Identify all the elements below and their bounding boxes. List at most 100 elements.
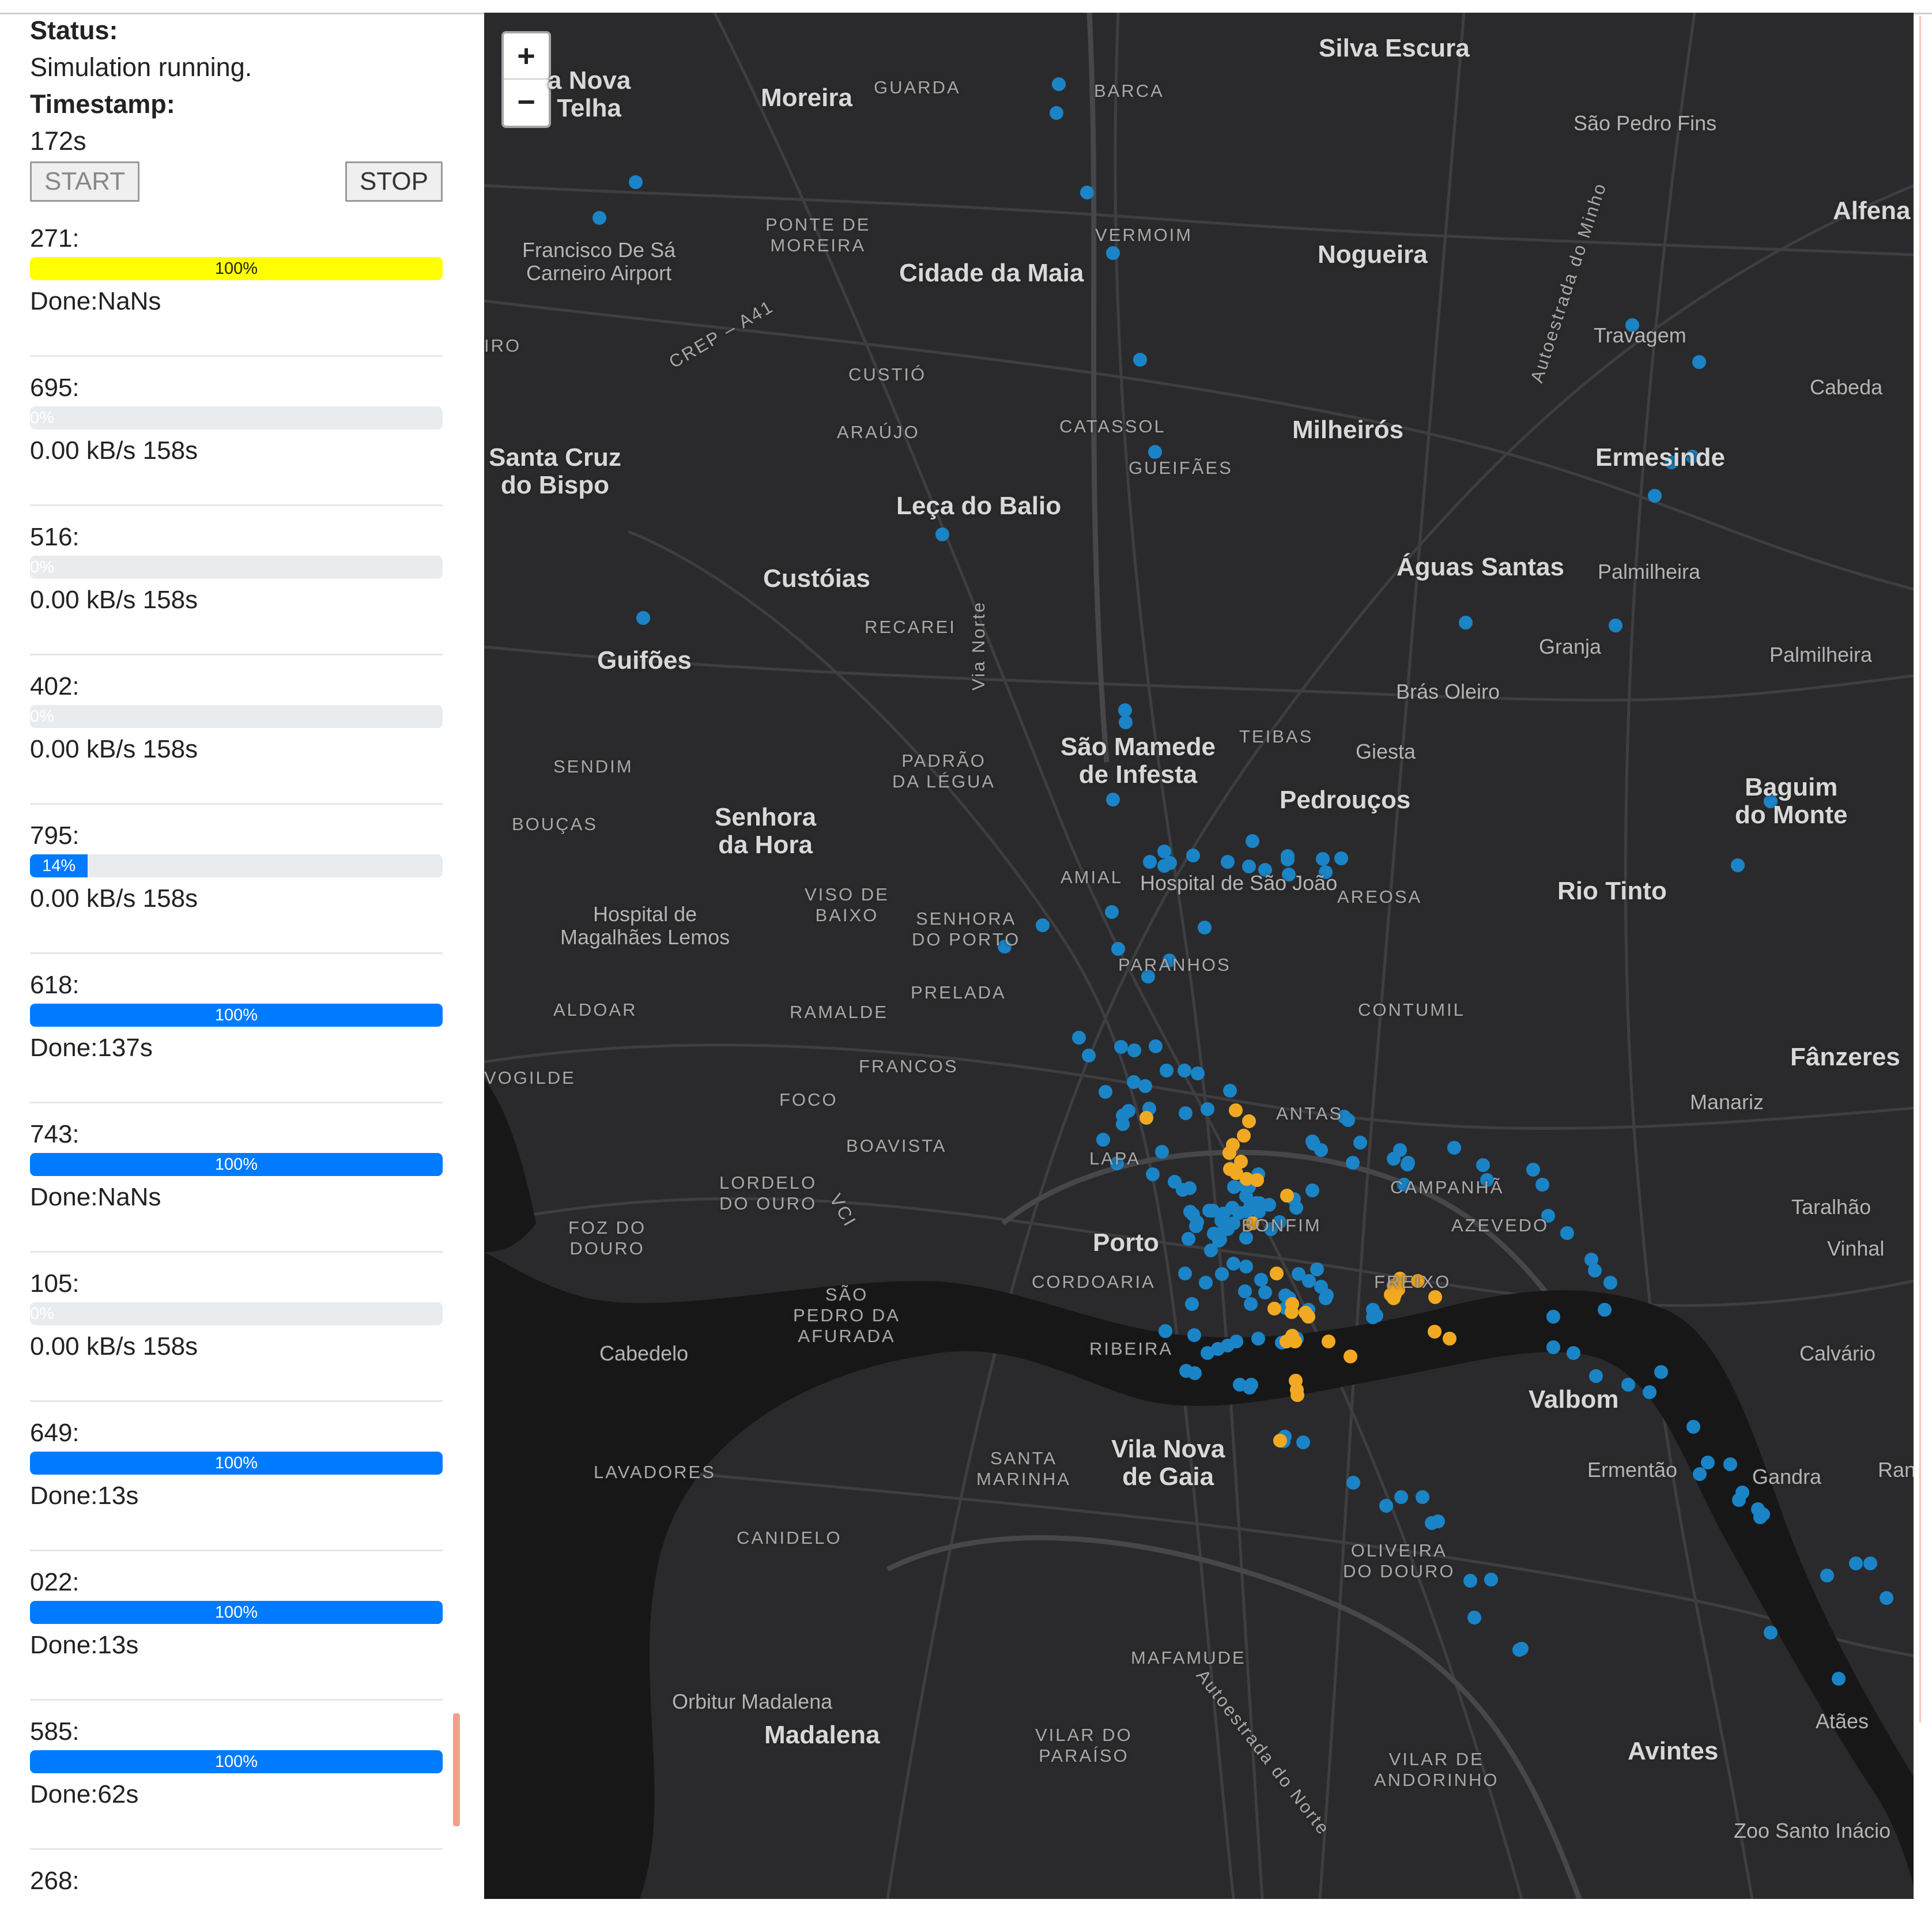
zoom-out-button[interactable]: −	[504, 80, 549, 125]
vehicle-marker-blue[interactable]	[1353, 1136, 1367, 1150]
vehicle-marker-blue[interactable]	[1238, 1284, 1252, 1298]
vehicle-marker-orange[interactable]	[1443, 1332, 1456, 1346]
vehicle-marker-blue[interactable]	[1143, 855, 1157, 869]
vehicle-marker-blue[interactable]	[1127, 1043, 1141, 1057]
vehicle-marker-blue[interactable]	[1849, 1556, 1863, 1570]
vehicle-marker-blue[interactable]	[1560, 1226, 1574, 1240]
vehicle-marker-blue[interactable]	[1731, 858, 1745, 872]
vehicle-marker-blue[interactable]	[1334, 851, 1348, 865]
vehicle-marker-blue[interactable]	[1701, 1456, 1715, 1469]
vehicle-marker-orange[interactable]	[1280, 1335, 1293, 1348]
vehicle-marker-blue[interactable]	[1118, 703, 1132, 717]
vehicle-marker-orange[interactable]	[1299, 1306, 1312, 1320]
vehicle-marker-orange[interactable]	[1290, 1388, 1304, 1402]
vehicle-marker-orange[interactable]	[1344, 1350, 1357, 1363]
vehicle-marker-blue[interactable]	[1546, 1310, 1560, 1324]
vehicle-marker-blue[interactable]	[1244, 1297, 1258, 1311]
vehicle-marker-blue[interactable]	[1467, 1611, 1481, 1625]
vehicle-marker-blue[interactable]	[1133, 353, 1147, 367]
map-view[interactable]: + − Silva Escura a Nova Telha Moreira GUARD…	[484, 13, 1914, 1899]
vehicle-marker-orange[interactable]	[1285, 1305, 1299, 1319]
vehicle-marker-orange[interactable]	[1267, 1302, 1281, 1316]
vehicle-marker-blue[interactable]	[1316, 852, 1330, 866]
vehicle-marker-blue[interactable]	[593, 211, 606, 225]
vehicle-marker-blue[interactable]	[1598, 1303, 1612, 1317]
vehicle-marker-orange[interactable]	[1280, 1189, 1294, 1203]
vehicle-marker-blue[interactable]	[1820, 1569, 1834, 1582]
simulation-sidebar[interactable]: Status: Simulation running. Timestamp: 1…	[30, 13, 443, 1907]
vehicle-marker-blue[interactable]	[1146, 1167, 1160, 1181]
vehicle-marker-blue[interactable]	[1589, 1369, 1603, 1383]
vehicle-marker-blue[interactable]	[1292, 1267, 1305, 1281]
vehicle-marker-blue[interactable]	[1223, 1084, 1237, 1098]
start-button[interactable]: START	[30, 161, 140, 202]
vehicle-marker-blue[interactable]	[1526, 1163, 1540, 1177]
vehicle-marker-blue[interactable]	[1160, 1064, 1173, 1077]
vehicle-marker-blue[interactable]	[1764, 1626, 1778, 1640]
vehicle-marker-blue[interactable]	[1186, 849, 1200, 862]
vehicle-marker-blue[interactable]	[1190, 1215, 1204, 1229]
vehicle-marker-orange[interactable]	[1428, 1325, 1442, 1339]
vehicle-marker-blue[interactable]	[1244, 1378, 1258, 1392]
vehicle-marker-blue[interactable]	[1546, 1340, 1560, 1354]
vehicle-marker-blue[interactable]	[1036, 918, 1050, 932]
vehicle-marker-blue[interactable]	[1476, 1158, 1490, 1172]
vehicle-marker-blue[interactable]	[1310, 1262, 1324, 1276]
vehicle-marker-blue[interactable]	[1157, 845, 1171, 858]
vehicle-marker-blue[interactable]	[1459, 616, 1473, 630]
vehicle-marker-blue[interactable]	[1179, 1106, 1193, 1120]
vehicle-marker-blue[interactable]	[1202, 1204, 1216, 1218]
vehicle-marker-blue[interactable]	[1198, 921, 1212, 934]
vehicle-marker-blue[interactable]	[1258, 1286, 1272, 1299]
vehicle-marker-blue[interactable]	[1199, 1276, 1213, 1290]
vehicle-marker-blue[interactable]	[1756, 1507, 1770, 1521]
vehicle-marker-blue[interactable]	[1105, 905, 1119, 919]
vehicle-marker-orange[interactable]	[1273, 1434, 1287, 1448]
vehicle-marker-blue[interactable]	[1148, 445, 1162, 459]
vehicle-marker-blue[interactable]	[1212, 1234, 1226, 1248]
vehicle-marker-blue[interactable]	[1648, 489, 1662, 503]
vehicle-marker-blue[interactable]	[1735, 1486, 1749, 1499]
vehicle-marker-blue[interactable]	[1515, 1642, 1529, 1656]
vehicle-marker-blue[interactable]	[1183, 1181, 1197, 1195]
vehicle-marker-blue[interactable]	[1185, 1297, 1199, 1311]
vehicle-marker-blue[interactable]	[1603, 1276, 1617, 1290]
vehicle-marker-blue[interactable]	[1484, 1573, 1498, 1586]
vehicle-marker-blue[interactable]	[1119, 715, 1133, 729]
vehicle-marker-blue[interactable]	[1567, 1346, 1580, 1360]
vehicle-marker-blue[interactable]	[1080, 186, 1094, 199]
vehicle-marker-blue[interactable]	[1305, 1184, 1319, 1197]
vehicle-marker-blue[interactable]	[1221, 855, 1235, 869]
vehicle-marker-blue[interactable]	[1535, 1178, 1549, 1192]
vehicle-marker-blue[interactable]	[1188, 1366, 1202, 1380]
vehicle-marker-blue[interactable]	[1305, 1135, 1319, 1148]
vehicle-marker-blue[interactable]	[1416, 1490, 1429, 1504]
vehicle-marker-blue[interactable]	[1187, 1328, 1201, 1342]
vehicle-marker-orange[interactable]	[1229, 1103, 1243, 1117]
stop-button[interactable]: STOP	[345, 161, 443, 202]
vehicle-marker-orange[interactable]	[1270, 1267, 1284, 1280]
vehicle-marker-blue[interactable]	[1149, 1039, 1163, 1053]
vehicle-marker-blue[interactable]	[1366, 1310, 1380, 1324]
vehicle-marker-blue[interactable]	[1692, 355, 1706, 369]
vehicle-marker-orange[interactable]	[1222, 1146, 1236, 1160]
vehicle-marker-blue[interactable]	[1106, 246, 1120, 260]
vehicle-marker-blue[interactable]	[1050, 106, 1063, 120]
vehicle-marker-blue[interactable]	[1096, 1133, 1110, 1147]
vehicle-marker-blue[interactable]	[1880, 1591, 1893, 1605]
vehicle-marker-blue[interactable]	[1201, 1102, 1214, 1116]
vehicle-marker-blue[interactable]	[1609, 619, 1622, 632]
vehicle-marker-blue[interactable]	[1106, 793, 1120, 806]
vehicle-marker-blue[interactable]	[1138, 1079, 1152, 1093]
vehicle-marker-blue[interactable]	[1346, 1476, 1360, 1490]
vehicle-marker-blue[interactable]	[1211, 1342, 1225, 1356]
vehicle-marker-blue[interactable]	[1251, 1332, 1265, 1346]
vehicle-marker-blue[interactable]	[1289, 1201, 1303, 1215]
sidebar-scrollbar-thumb[interactable]	[453, 1713, 460, 1826]
vehicle-marker-blue[interactable]	[1099, 1085, 1112, 1099]
vehicle-marker-blue[interactable]	[1394, 1490, 1408, 1504]
vehicle-marker-blue[interactable]	[1239, 1260, 1253, 1273]
vehicle-marker-blue[interactable]	[636, 611, 650, 625]
vehicle-marker-blue[interactable]	[1346, 1156, 1360, 1170]
vehicle-marker-blue[interactable]	[1052, 77, 1066, 91]
